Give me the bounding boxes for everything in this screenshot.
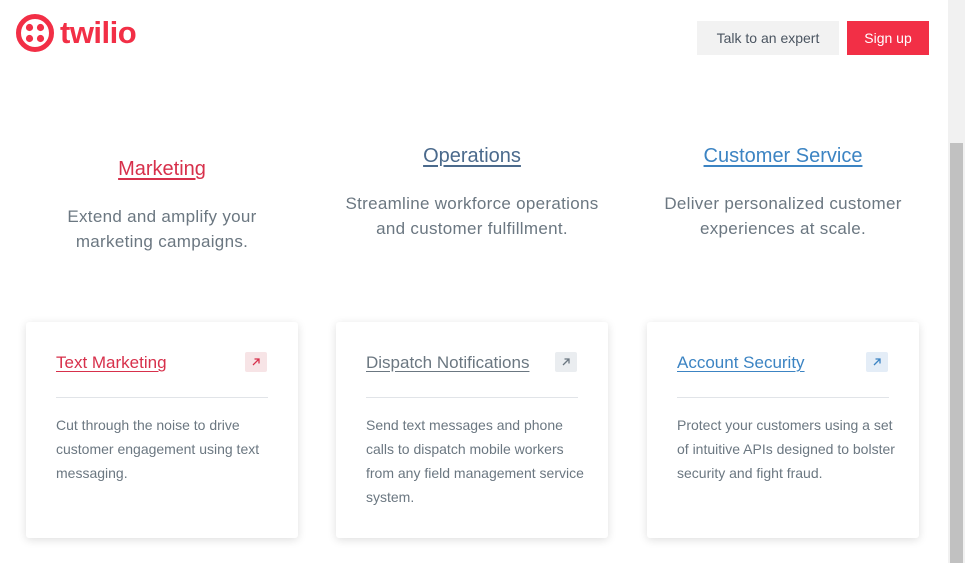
twilio-logo[interactable]: twilio (15, 13, 137, 53)
arrow-up-right-icon[interactable] (866, 352, 888, 372)
operations-description: Streamline workforce operations and cust… (345, 194, 599, 238)
dispatch-notifications-description: Send text messages and phone calls to di… (366, 417, 584, 505)
dispatch-notifications-card[interactable]: Dispatch Notifications Send text message… (336, 322, 608, 538)
card-divider (677, 397, 889, 398)
customer-service-description: Deliver personalized customer experience… (664, 194, 902, 238)
marketing-link[interactable]: Marketing (118, 158, 206, 181)
account-security-card[interactable]: Account Security Protect your customers … (647, 322, 919, 538)
operations-link[interactable]: Operations (423, 145, 521, 168)
text-marketing-description: Cut through the noise to drive customer … (56, 417, 260, 481)
scrollbar-thumb[interactable] (950, 143, 963, 563)
customer-service-link[interactable]: Customer Service (704, 145, 863, 168)
logo-wordmark: twilio (60, 15, 137, 50)
site-header: twilio Talk to an expert Sign up (0, 0, 948, 80)
operations-column: Operations Streamline workforce operatio… (342, 145, 602, 241)
text-marketing-link[interactable]: Text Marketing (56, 353, 167, 373)
sign-up-button[interactable]: Sign up (847, 21, 929, 55)
customer-service-column: Customer Service Deliver personalized cu… (653, 145, 913, 241)
talk-to-expert-button[interactable]: Talk to an expert (697, 21, 839, 55)
arrow-up-right-icon[interactable] (555, 352, 577, 372)
card-divider (56, 397, 268, 398)
account-security-link[interactable]: Account Security (677, 353, 805, 373)
card-divider (366, 397, 578, 398)
marketing-column: Marketing Extend and amplify your market… (32, 158, 292, 254)
text-marketing-card[interactable]: Text Marketing Cut through the noise to … (26, 322, 298, 538)
twilio-logo-icon (16, 14, 54, 52)
marketing-description: Extend and amplify your marketing campai… (67, 207, 257, 251)
account-security-description: Protect your customers using a set of in… (677, 417, 895, 481)
arrow-up-right-icon[interactable] (245, 352, 267, 372)
dispatch-notifications-link[interactable]: Dispatch Notifications (366, 353, 529, 373)
